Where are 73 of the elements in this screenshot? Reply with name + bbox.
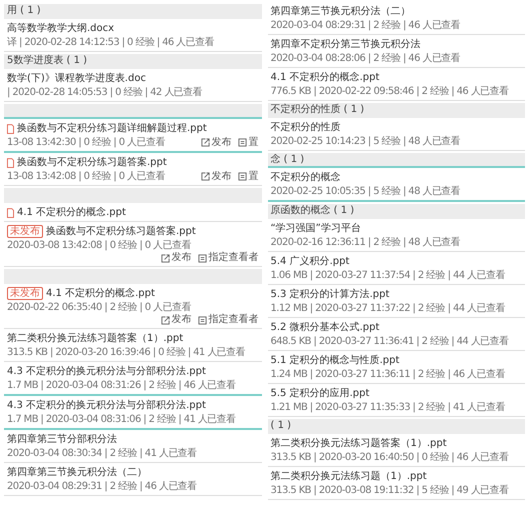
file-meta: 2020-02-16 12:36:11 | 2 经验 | 48 人已查看 [270, 236, 460, 249]
group-header: 用 ( 1 ) [4, 4, 262, 19]
file-meta: 13-08 13:42:30 | 0 经验 | 0 人已查看 [7, 136, 165, 149]
publish-button[interactable]: 发布 [200, 136, 232, 148]
file-title[interactable]: 换函数与不定积分练习题答案.ppt [46, 225, 196, 238]
publish-button[interactable]: 发布 [160, 252, 192, 264]
file-meta: 1.06 MB | 2020-03-27 11:37:54 | 2 经验 | 44 人已查看 [270, 269, 505, 282]
file-meta: 2020-03-04 08:28:06 | 2 经验 | 46 人已查看 [270, 52, 460, 65]
file-meta: 1.12 MB | 2020-03-27 11:37:22 | 2 经验 | 44 人已查看 [270, 302, 505, 315]
file-title[interactable]: 第二类积分换元法练习题答案（1）.ppt [7, 332, 184, 345]
file-meta: 2020-03-04 08:30:34 | 2 经验 | 41 人已查看 [7, 447, 197, 460]
status-tag: 未发布 [7, 287, 43, 300]
file-meta: 1.7 MB | 2020-03-04 08:31:26 | 2 经验 | 46 人已查看 [7, 379, 236, 392]
file-title[interactable]: 第四章第三节分部积分法 [7, 433, 117, 446]
file-meta: 313.5 KB | 2020-03-08 19:11:32 | 5 经验 | 49 人已查看 [270, 484, 508, 497]
file-title[interactable]: 5.3 定积分的计算方法.ppt [270, 288, 390, 301]
edit-icon [160, 316, 170, 324]
viewer-button[interactable]: 置 [238, 136, 258, 148]
status-tag: 未发布 [7, 225, 43, 238]
file-meta: | 2020-02-28 14:05:53 | 0 经验 | 42 人已查看 [7, 86, 202, 99]
file-meta: 1.24 MB | 2020-03-27 11:36:11 | 2 经验 | 46 人已查看 [270, 368, 505, 381]
file-title[interactable]: 5.4 广义积分.ppt [270, 255, 350, 268]
file-title[interactable]: 5.5 定积分的应用.ppt [270, 387, 370, 400]
file-title[interactable]: 第四章第三节换元积分法（二） [7, 466, 147, 479]
group-header: ( 1 ) [268, 419, 525, 434]
group-header: 5数学进度表 ( 1 ) [4, 54, 262, 69]
file-title[interactable]: 第四章第三节换元积分法（二） [270, 5, 410, 18]
list-icon [198, 254, 206, 262]
edit-icon [200, 138, 210, 147]
edit-icon [160, 254, 170, 262]
list-icon [238, 138, 246, 147]
file-meta: 1.7 MB | 2020-03-04 08:31:06 | 2 经验 | 41 人已查看 [7, 413, 236, 426]
file-title[interactable]: 换函数与不定积分练习题详细解题过程.ppt [17, 122, 207, 135]
edit-icon [200, 172, 210, 181]
publish-button[interactable]: 发布 [160, 314, 192, 326]
file-meta: 1.21 MB | 2020-03-27 11:35:33 | 2 经验 | 41 人已查看 [270, 401, 505, 414]
file-title[interactable]: 高等数学教学大纲.docx [7, 22, 114, 35]
file-title[interactable]: 数学(下)》课程教学进度表.doc [7, 72, 146, 85]
group-header: 不定积分的性质 ( 1 ) [268, 103, 525, 118]
group-header: 念 ( 1 ) [268, 153, 525, 168]
file-meta: 2020-03-04 08:29:31 | 2 经验 | 46 人已查看 [270, 19, 460, 32]
group-header: 原函数的概念 ( 1 ) [268, 204, 525, 219]
file-meta: 2020-02-25 10:14:23 | 5 经验 | 48 人已查看 [270, 135, 460, 148]
file-title[interactable]: 不定积分的性质 [270, 121, 340, 134]
file-meta: 译 | 2020-02-28 14:12:53 | 0 经验 | 46 人已查看 [7, 36, 214, 49]
file-title[interactable]: 5.2 微积分基本公式.ppt [270, 321, 380, 334]
file-meta: 13-08 13:42:08 | 0 经验 | 0 人已查看 [7, 170, 165, 183]
file-title[interactable]: 4.3 不定积分的换元积分法与分部积分法.ppt [7, 399, 206, 412]
file-title[interactable]: 第二类积分换元法练习题（1）.ppt [270, 470, 427, 483]
viewer-button[interactable]: 置 [238, 170, 258, 182]
file-meta: 2020-03-04 08:29:31 | 2 经验 | 46 人已查看 [7, 480, 197, 493]
file-title[interactable]: 第二类积分换元法练习题答案（1）.ppt [270, 437, 447, 450]
file-meta: 2020-03-08 13:42:08 | 0 经验 | 0 人已查看 [7, 239, 191, 252]
file-meta: 648.5 KB | 2020-03-27 11:36:41 | 2 经验 | 44 人已查看 [270, 335, 508, 348]
file-title[interactable]: 5.1 定积分的概念与性质.ppt [270, 354, 400, 367]
publish-button[interactable]: 发布 [200, 170, 232, 182]
file-meta: 776.5 KB | 2020-02-22 09:58:46 | 2 经验 | 46 人已查看 [270, 85, 508, 98]
file-title[interactable]: 4.3 不定积分的换元积分法与分部积分法.ppt [7, 365, 206, 378]
list-icon [198, 316, 206, 324]
file-title[interactable]: 4.1 不定积分的概念.ppt [46, 287, 155, 300]
list-icon [238, 172, 246, 181]
file-meta: 313.5 KB | 2020-03-20 16:40:50 | 0 经验 | 46 人已查看 [270, 451, 508, 464]
file-meta: 2020-02-22 06:35:40 | 2 经验 | 0 人已查看 [7, 301, 191, 314]
file-title[interactable]: 换函数与不定积分练习题答案.ppt [17, 156, 167, 169]
file-meta: 313.5 KB | 2020-03-20 16:39:46 | 0 经验 | 41 人已查看 [7, 346, 245, 359]
file-title[interactable]: 4.1 不定积分的概念.ppt [270, 71, 380, 84]
file-title[interactable]: “学习强国”学习平台 [270, 222, 361, 235]
file-title[interactable]: 不定积分的概念 [270, 171, 340, 184]
file-title[interactable]: 第四章不定积分第三节换元积分法 [270, 38, 420, 51]
viewer-button[interactable]: 指定查看者 [198, 252, 258, 264]
file-title[interactable]: 4.1 不定积分的概念.ppt [17, 206, 126, 219]
file-meta: 2020-02-25 10:05:35 | 5 经验 | 48 人已查看 [270, 185, 460, 198]
viewer-button[interactable]: 指定查看者 [198, 314, 258, 326]
